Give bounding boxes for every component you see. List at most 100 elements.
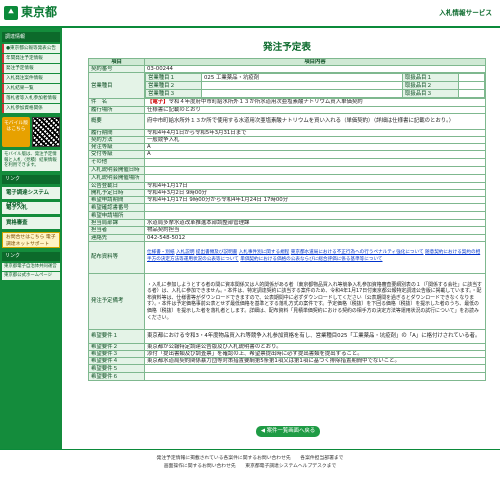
value-method: 一般競争入札 bbox=[144, 136, 486, 145]
label-confirm-no: 希望確認書番号 bbox=[88, 203, 145, 213]
label-remarks: 発注予定備考 bbox=[88, 272, 145, 330]
label-requirement-2: 希望要件２ bbox=[88, 342, 145, 352]
label-person: 担当者 bbox=[88, 226, 145, 235]
category-1-label: 営業種目１ bbox=[145, 73, 202, 83]
value-requirement-1: 東京都における令和3・4年度物品買入れ等競争入札参加資格を有し、営業種目025「… bbox=[144, 328, 486, 344]
category-cell: 営業種目１ 025 工業薬品・坑疫剤 取扱品目１ 営業種目２ 取扱品目２ 営業種目３ 取… bbox=[144, 72, 486, 100]
value-confirm-no bbox=[144, 203, 486, 213]
sidebar-item-winners[interactable]: 落札者等入札参加者情報 bbox=[2, 94, 60, 103]
documents-cell: 仕様書・別紙 入札説明 提出書類及び説明書 入札事件別に関する規程 東京都水道局… bbox=[144, 240, 486, 274]
label-requirement-1: 希望要件１ bbox=[88, 328, 145, 344]
label-period: 履行期間 bbox=[88, 128, 145, 138]
category-2-label: 営業種目２ bbox=[145, 81, 202, 91]
label-apply-place: 希望申請場所 bbox=[88, 211, 145, 221]
value-subject: 【電子】令和４年度府中市町給水所外１３か所水道用次亜塩素酸ナトリウム買入単価契約 bbox=[144, 98, 486, 107]
column-header-content: 項目内容 bbox=[144, 57, 486, 67]
mobile-note: モバイル版は、発注予定情報と入札（見積）結果情報を利用できます。 bbox=[2, 150, 60, 172]
label-apply-period: 希望申請期間 bbox=[88, 196, 145, 205]
value-period: 令和4年4月1日から令和5年3月31日まで bbox=[144, 128, 486, 138]
tokyo-official-link[interactable]: 東京都公式ホームページ bbox=[2, 272, 60, 281]
qr-code-icon bbox=[32, 117, 60, 147]
item-2-label: 取扱品目２ bbox=[402, 81, 459, 91]
item-2-value bbox=[458, 81, 485, 91]
sidebar: 調達情報 ●東京都公報等発表公告 年間発注予定情報 発注予定情報 入札発注案件情… bbox=[0, 28, 62, 449]
tokyo-logo[interactable]: ⯅ 東京都 bbox=[4, 5, 58, 20]
label-contract-no: 契約番号 bbox=[88, 65, 145, 74]
qualification-link[interactable]: 資格審査 bbox=[2, 217, 60, 230]
value-person: 物品契約担当 bbox=[144, 226, 486, 235]
value-accept-grade: A bbox=[144, 150, 486, 159]
value-requirement-5 bbox=[144, 364, 486, 374]
doc-link-penalty[interactable]: 東京都水道局における不正行為への行うペナルティ強化について bbox=[291, 250, 424, 255]
label-subject: 件 名 bbox=[88, 98, 145, 107]
item-1-value bbox=[458, 73, 485, 83]
category-table: 営業種目１ 025 工業薬品・坑疫剤 取扱品目１ 営業種目２ 取扱品目２ 営業種目３ 取… bbox=[145, 73, 485, 98]
label-requirement-3: 希望要件３ bbox=[88, 350, 145, 359]
page-title: 発注予定表 bbox=[263, 42, 311, 53]
joint-operation-link[interactable]: 東京都電子自治体共同運営 bbox=[2, 263, 60, 272]
label-other: その他 bbox=[88, 157, 145, 167]
label-announce-date: 公告登載日 bbox=[88, 181, 145, 190]
value-announce-date: 令和4年1月17日 bbox=[144, 181, 486, 190]
doc-link-submission[interactable]: 提出書類及び説明書 bbox=[196, 250, 237, 255]
page: ⯅ 東京都 入札情報サービス 調達情報 ●東京都公報等発表公告 年間発注予定情報… bbox=[0, 0, 500, 477]
category-2-value bbox=[201, 81, 403, 91]
order-plan-table: 項目 項目内容 契約番号 03-00244 営業種目 営業種目１ 025 工業薬品・坑… bbox=[88, 57, 486, 382]
sidebar-item-order-plan[interactable]: 発注予定情報 bbox=[2, 64, 60, 73]
main-content: 発注予定表 項目 項目内容 契約番号 03-00244 営業種目 営業種目１ 025 … bbox=[88, 28, 486, 443]
item-1-label: 取扱品目１ bbox=[402, 73, 459, 83]
value-apply-place bbox=[144, 211, 486, 221]
sidebar-item-qualification[interactable]: 入札参加資格関係 bbox=[2, 104, 60, 113]
value-summary: 府中市町給水所外１３か所で使用する水道用次亜塩素酸ナトリウムを買い入れる（単価契… bbox=[144, 112, 486, 130]
value-requirement-4: 東京都水道局契約関係暴力団等対策措置要綱第5条第1項又は第1項に基づく排除措置期… bbox=[144, 357, 486, 366]
label-documents: 配布資料等 bbox=[88, 240, 145, 274]
label-open-date: 開札予定日時 bbox=[88, 188, 145, 198]
value-department: 水道局多摩水道改革推進本部調整部管理課 bbox=[144, 219, 486, 228]
doc-link-spec[interactable]: 仕様書・別紙 bbox=[147, 250, 175, 255]
logo-text: 東京都 bbox=[21, 5, 58, 20]
label-place: 履行場所 bbox=[88, 105, 145, 114]
item-3-label: 取扱品目３ bbox=[402, 89, 459, 98]
value-requirement-6 bbox=[144, 372, 486, 382]
value-issue-grade: A bbox=[144, 143, 486, 152]
item-3-value bbox=[458, 89, 485, 98]
extra-links-heading: リンク bbox=[2, 252, 60, 262]
subject-text: 令和４年度府中市町給水所外１３か所水道用次亜塩素酸ナトリウム買入単価契約 bbox=[168, 99, 363, 106]
mobile-section: モバイル版はこちら bbox=[2, 117, 60, 147]
label-accept-grade: 受付等級 bbox=[88, 150, 145, 159]
sidebar-item-bid-results[interactable]: 入札結果一覧 bbox=[2, 84, 60, 93]
subject-tag: 【電子】 bbox=[147, 99, 169, 106]
column-header-item: 項目 bbox=[88, 57, 145, 67]
label-method: 契約方法 bbox=[88, 136, 145, 145]
value-meeting-date bbox=[144, 165, 486, 175]
value-open-date: 令和4年3月2日 9時00分 bbox=[144, 188, 486, 198]
back-to-list-button[interactable]: ◀ 案件一覧画面へ戻る bbox=[256, 426, 320, 437]
value-contact: 042-548-5012 bbox=[144, 233, 486, 242]
doc-link-bid-explanation[interactable]: 入札説明 bbox=[176, 250, 194, 255]
value-other bbox=[144, 157, 486, 167]
label-category: 営業種目 bbox=[88, 72, 145, 100]
footer-line-2: 画面操作に関するお問い合わせ先 東京都電子調達システムヘルプデスクまで bbox=[163, 463, 337, 469]
system-title: 入札情報サービス bbox=[439, 9, 492, 17]
links-heading: リンク bbox=[2, 175, 60, 185]
e-procurement-top-link[interactable]: 電子調達システム(TOP) bbox=[2, 187, 60, 208]
e-bid-link[interactable]: 電子入札 bbox=[2, 202, 60, 215]
mobile-site-button[interactable]: モバイル版はこちら bbox=[2, 117, 30, 147]
value-remarks: ・入札に参加しようとする者の間に資本関係又は人的関係がある者（東京都物品買入れ等… bbox=[144, 272, 486, 330]
footer-line-1: 発注予定情報に掲載されている各案件に関するお問い合わせ先 各案件担当部署まで bbox=[156, 456, 344, 461]
category-3-label: 営業種目３ bbox=[145, 89, 202, 98]
label-department: 担当局部課 bbox=[88, 219, 145, 228]
doc-link-unit-price[interactable]: 単価契約における価格の公表ならびに総合評価に係る基準等について bbox=[240, 257, 382, 262]
sidebar-heading: 調達情報 bbox=[2, 32, 60, 42]
value-place: 仕様書に記載のとおり bbox=[144, 105, 486, 114]
sidebar-item-bid-cases[interactable]: 入札発注案件情報 bbox=[2, 74, 60, 83]
value-requirement-2: 東京都が公報特定調達公告版及び入札説明書のとおり。 bbox=[144, 342, 486, 352]
contact-link[interactable]: お問合せはこちら 電子調達ネットサポート bbox=[2, 232, 60, 249]
value-contract-no: 03-00244 bbox=[144, 65, 486, 74]
label-meeting-place: 入札説明会開催場所 bbox=[88, 173, 145, 183]
header: ⯅ 東京都 入札情報サービス bbox=[0, 0, 500, 27]
category-3-value bbox=[201, 89, 403, 98]
sidebar-item-annual-plan[interactable]: 年間発注予定情報 bbox=[2, 54, 60, 63]
doc-link-rules[interactable]: 入札事件別に関する規程 bbox=[239, 250, 290, 255]
sidebar-item-public-notice[interactable]: ●東京都公報等発表公告 bbox=[2, 44, 60, 53]
